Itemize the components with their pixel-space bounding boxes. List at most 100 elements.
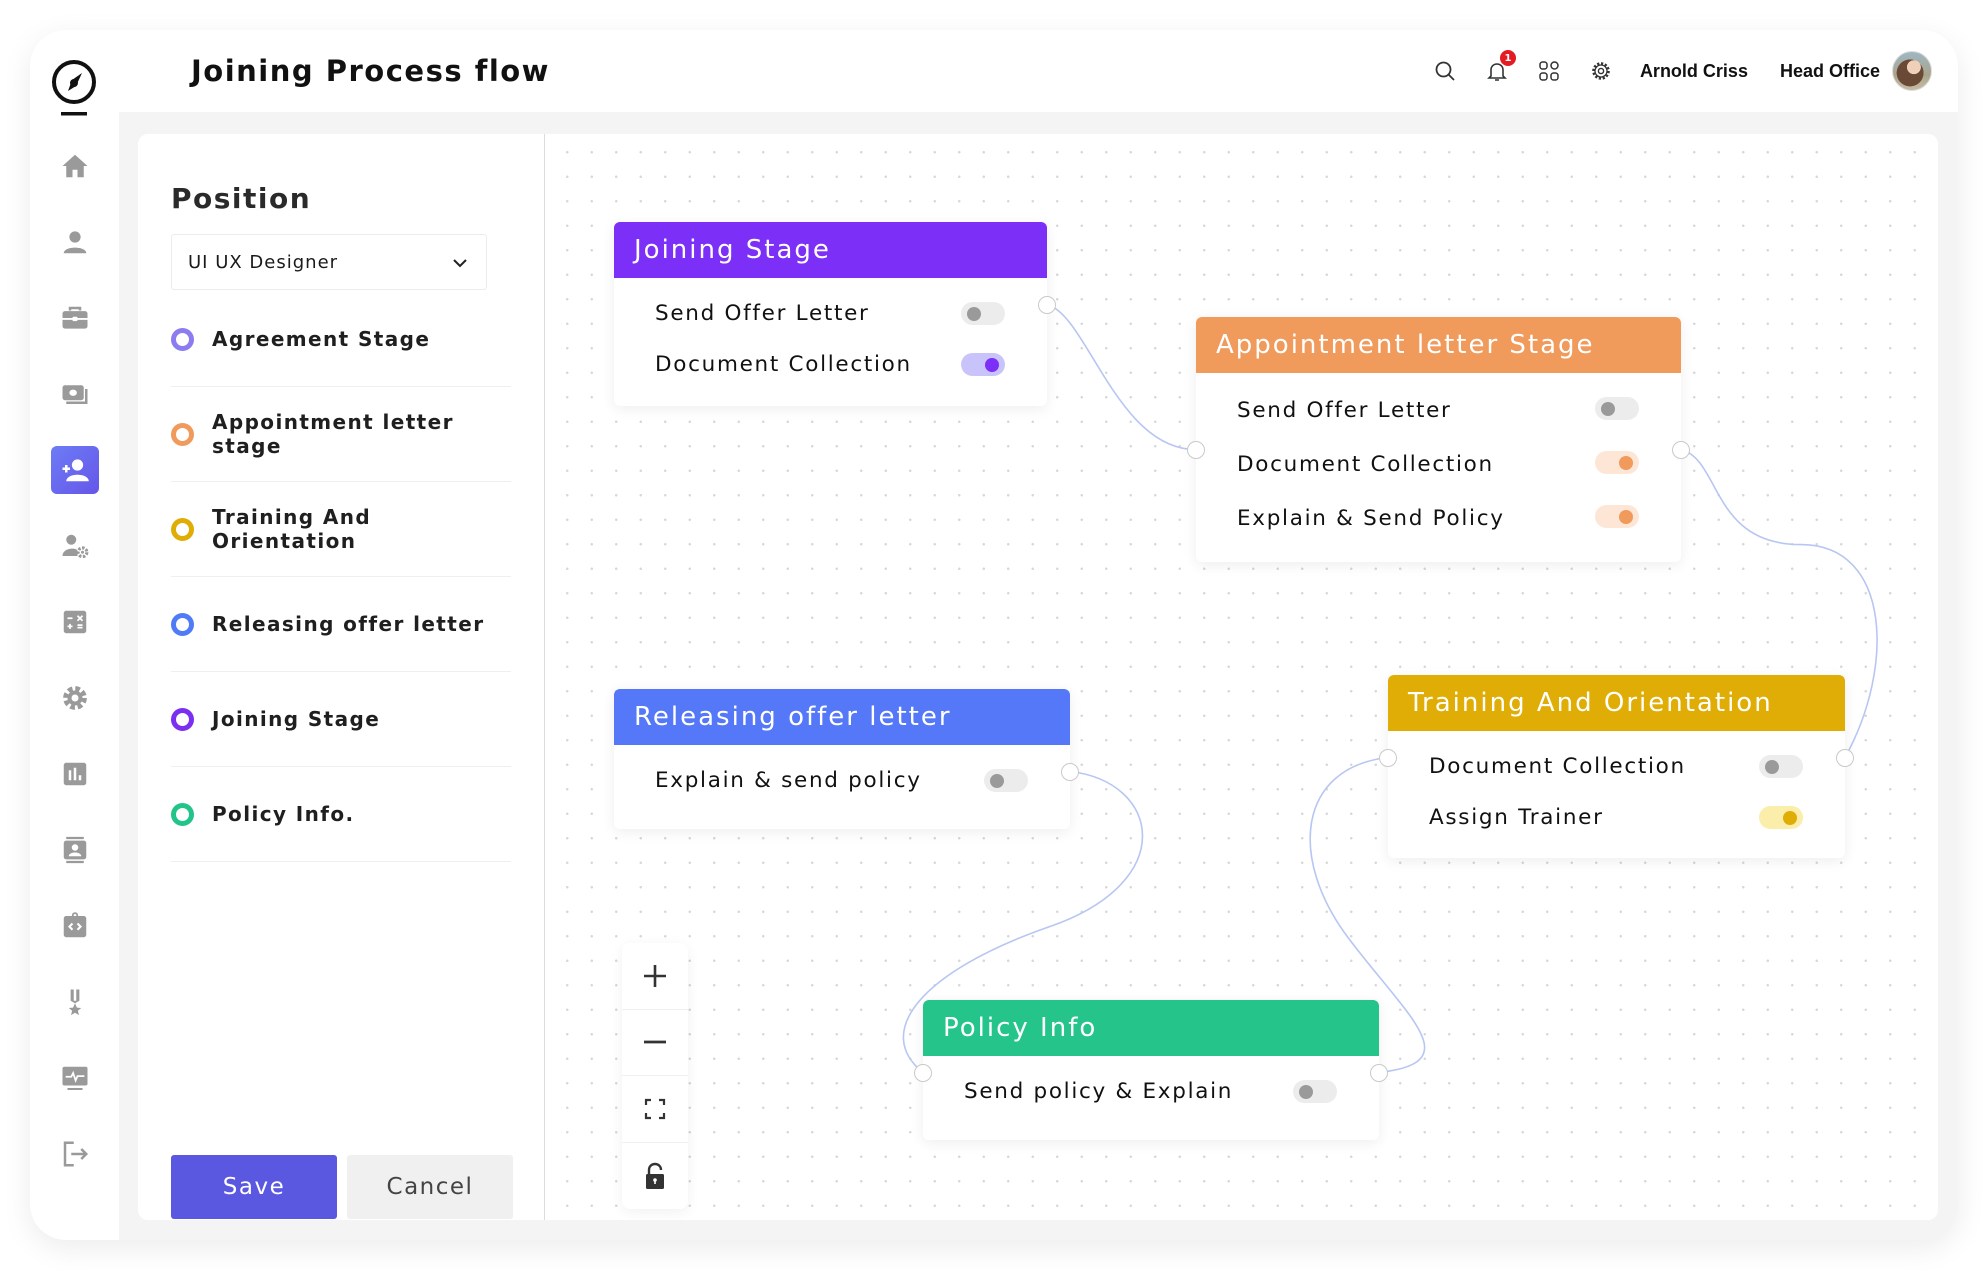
task-toggle[interactable] xyxy=(1293,1080,1337,1103)
connection-port[interactable] xyxy=(1672,440,1690,459)
avatar[interactable] xyxy=(1892,51,1932,91)
sidebar-item-user-settings[interactable] xyxy=(51,522,99,570)
node-task-label: Document Collection xyxy=(1429,754,1686,779)
search-button[interactable] xyxy=(1432,58,1458,84)
stage-list-item[interactable]: Releasing offer letter xyxy=(171,577,511,672)
flow-node-releasing[interactable]: Releasing offer letter Explain & send pol… xyxy=(614,689,1079,829)
edge-joining-appointment[interactable] xyxy=(1046,303,1197,451)
flow-node-appointment[interactable]: Appointment letter Stage Send Offer Lette… xyxy=(1187,317,1690,562)
node-task-row: Document Collection xyxy=(1388,741,1845,792)
sidebar-item-profile[interactable] xyxy=(51,218,99,266)
search-icon xyxy=(1435,61,1455,81)
contact-card-icon xyxy=(63,836,86,864)
sidebar-item-contacts[interactable] xyxy=(51,826,99,874)
notifications-button[interactable]: 1 xyxy=(1484,50,1516,84)
task-toggle[interactable] xyxy=(1595,397,1639,420)
node-task-label: Send policy & Explain xyxy=(964,1079,1234,1104)
position-heading: Position xyxy=(171,182,312,215)
stage-list-item[interactable]: Training And Orientation xyxy=(171,482,511,577)
toggle-knob xyxy=(990,774,1004,788)
connection-port[interactable] xyxy=(1370,1063,1388,1082)
sidebar-item-reports[interactable] xyxy=(51,750,99,798)
sidebar-item-logout[interactable] xyxy=(51,1130,99,1178)
zoom-out-button[interactable] xyxy=(622,1010,688,1076)
save-button[interactable]: Save xyxy=(171,1155,337,1219)
calculator-icon xyxy=(63,610,86,634)
sidebar-item-calculator[interactable] xyxy=(51,598,99,646)
stage-label: Training And Orientation xyxy=(212,505,372,553)
sidebar-item-jobs[interactable] xyxy=(51,294,99,342)
zoom-in-icon xyxy=(644,964,666,987)
bar-chart-icon xyxy=(63,762,86,786)
node-title[interactable]: Joining Stage xyxy=(614,222,1047,278)
apps-button[interactable] xyxy=(1536,58,1562,84)
cancel-button[interactable]: Cancel xyxy=(347,1155,513,1219)
toggle-knob xyxy=(1765,760,1779,774)
node-title[interactable]: Appointment letter Stage xyxy=(1196,317,1681,373)
sidebar-item-awards[interactable] xyxy=(51,978,99,1026)
stage-list-item[interactable]: Joining Stage xyxy=(171,672,511,767)
user-icon xyxy=(63,231,86,254)
task-toggle[interactable] xyxy=(961,302,1005,325)
task-toggle[interactable] xyxy=(1595,505,1639,528)
stage-label: Agreement Stage xyxy=(212,327,431,351)
stage-list: Agreement Stage Appointment letter stage T… xyxy=(171,292,511,862)
task-toggle[interactable] xyxy=(961,353,1005,376)
connection-port[interactable] xyxy=(914,1063,932,1082)
node-task-label: Document Collection xyxy=(1237,451,1494,477)
flow-node-joining[interactable]: Joining Stage Send Offer Letter Document C… xyxy=(614,222,1056,406)
zoom-in-button[interactable] xyxy=(622,943,688,1010)
connection-port[interactable] xyxy=(1061,762,1079,781)
stage-color-ring-icon xyxy=(171,707,194,731)
stage-list-item[interactable]: Agreement Stage xyxy=(171,292,511,387)
task-toggle[interactable] xyxy=(1595,451,1639,474)
zoom-out-icon xyxy=(644,1040,666,1044)
lock-button[interactable] xyxy=(622,1143,688,1210)
compass-logo-icon[interactable] xyxy=(48,58,100,118)
connection-port[interactable] xyxy=(1038,295,1056,314)
gear-icon xyxy=(62,686,87,710)
office-name[interactable]: Head Office xyxy=(1780,61,1880,82)
flow-node-policy[interactable]: Policy Info Send policy & Explain xyxy=(914,1000,1388,1140)
fit-view-button[interactable] xyxy=(622,1076,688,1143)
connection-port[interactable] xyxy=(1836,748,1854,767)
node-title[interactable]: Training And Orientation xyxy=(1388,675,1845,731)
toggle-knob xyxy=(985,358,999,372)
toggle-knob xyxy=(1619,456,1633,470)
node-title[interactable]: Releasing offer letter xyxy=(614,689,1070,745)
settings-button[interactable] xyxy=(1588,58,1614,84)
page-title: Joining Process flow xyxy=(191,54,550,88)
stage-list-item[interactable]: Appointment letter stage xyxy=(171,387,511,482)
task-toggle[interactable] xyxy=(1759,806,1803,829)
node-task-row: Send policy & Explain xyxy=(923,1066,1379,1117)
sidebar-item-onboarding[interactable] xyxy=(50,446,99,494)
add-user-icon xyxy=(62,459,89,482)
sidebar xyxy=(30,30,119,1240)
position-select[interactable]: UI UX Designer xyxy=(171,234,487,290)
app-window: Joining Process flow 1 Arnold Criss Head… xyxy=(30,30,1958,1240)
stage-color-ring-icon xyxy=(171,327,194,351)
flow-canvas[interactable]: Joining Stage Send Offer Letter Document C… xyxy=(547,134,1938,1220)
connection-port[interactable] xyxy=(1187,440,1205,459)
sidebar-item-settings[interactable] xyxy=(51,674,99,722)
node-task-row: Document Collection xyxy=(614,339,1047,390)
task-toggle[interactable] xyxy=(984,769,1028,792)
monitor-pulse-icon xyxy=(62,1066,87,1090)
sidebar-item-home[interactable] xyxy=(51,142,99,190)
node-task-label: Send Offer Letter xyxy=(655,301,870,326)
sidebar-item-developer[interactable] xyxy=(51,902,99,950)
sidebar-item-payroll[interactable] xyxy=(51,370,99,418)
position-select-value: UI UX Designer xyxy=(188,251,339,273)
code-clipboard-icon xyxy=(63,912,86,938)
stage-list-item[interactable]: Policy Info. xyxy=(171,767,511,862)
flow-node-training[interactable]: Training And Orientation Document Collect… xyxy=(1379,675,1854,858)
toggle-knob xyxy=(1783,811,1797,825)
task-toggle[interactable] xyxy=(1759,755,1803,778)
user-name[interactable]: Arnold Criss xyxy=(1640,61,1748,82)
sidebar-item-monitor[interactable] xyxy=(51,1054,99,1102)
stage-label: Policy Info. xyxy=(212,802,355,826)
node-title[interactable]: Policy Info xyxy=(923,1000,1379,1056)
node-task-label: Assign Trainer xyxy=(1429,805,1604,830)
node-task-label: Explain & Send Policy xyxy=(1237,505,1505,531)
connection-port[interactable] xyxy=(1379,748,1397,767)
